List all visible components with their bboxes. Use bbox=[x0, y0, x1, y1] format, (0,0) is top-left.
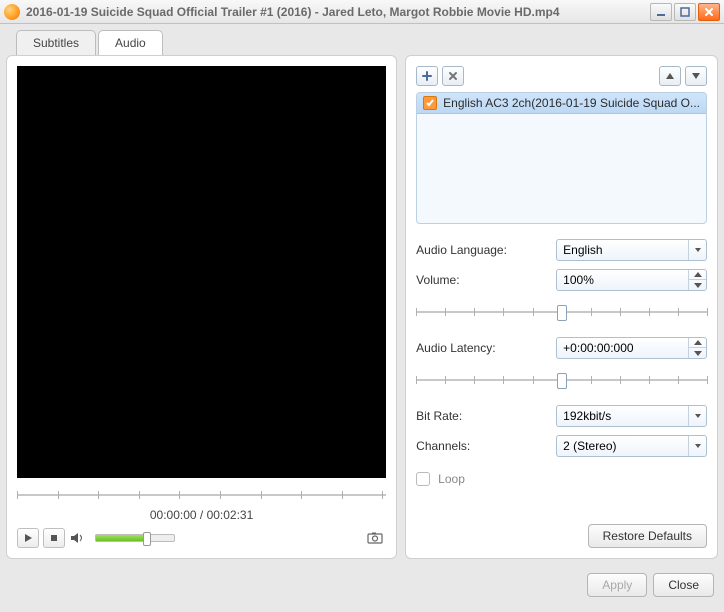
move-up-button[interactable] bbox=[659, 66, 681, 86]
bitrate-combo[interactable]: 192kbit/s bbox=[556, 405, 707, 427]
audio-settings-panel: English AC3 2ch(2016-01-19 Suicide Squad… bbox=[405, 55, 718, 559]
latency-slider-bar[interactable] bbox=[416, 370, 707, 390]
volume-spinner[interactable]: 100% bbox=[556, 269, 707, 291]
maximize-button[interactable] bbox=[674, 3, 696, 21]
close-button[interactable]: Close bbox=[653, 573, 714, 597]
audio-language-value: English bbox=[563, 243, 602, 257]
mute-button[interactable] bbox=[69, 528, 87, 548]
minimize-button[interactable] bbox=[650, 3, 672, 21]
audio-language-combo[interactable]: English bbox=[556, 239, 707, 261]
time-display: 00:00:00 / 00:02:31 bbox=[17, 508, 386, 522]
stop-button[interactable] bbox=[43, 528, 65, 548]
remove-track-button[interactable] bbox=[442, 66, 464, 86]
restore-defaults-button[interactable]: Restore Defaults bbox=[588, 524, 707, 548]
video-preview[interactable] bbox=[17, 66, 386, 478]
track-checkbox[interactable] bbox=[423, 96, 437, 110]
close-window-button[interactable] bbox=[698, 3, 720, 21]
spin-up-icon[interactable] bbox=[689, 270, 706, 280]
apply-button[interactable]: Apply bbox=[587, 573, 647, 597]
move-down-button[interactable] bbox=[685, 66, 707, 86]
snapshot-button[interactable] bbox=[364, 528, 386, 548]
play-button[interactable] bbox=[17, 528, 39, 548]
channels-combo[interactable]: 2 (Stereo) bbox=[556, 435, 707, 457]
player-controls bbox=[17, 528, 386, 548]
tab-subtitles[interactable]: Subtitles bbox=[16, 30, 96, 55]
add-track-button[interactable] bbox=[416, 66, 438, 86]
seek-bar[interactable] bbox=[17, 486, 386, 504]
spin-up-icon[interactable] bbox=[689, 338, 706, 348]
slider-handle[interactable] bbox=[557, 373, 567, 389]
channels-value: 2 (Stereo) bbox=[563, 439, 616, 453]
titlebar: 2016-01-19 Suicide Squad Official Traile… bbox=[0, 0, 724, 24]
track-row[interactable]: English AC3 2ch(2016-01-19 Suicide Squad… bbox=[417, 93, 706, 114]
latency-value: +0:00:00:000 bbox=[563, 341, 633, 355]
window-title: 2016-01-19 Suicide Squad Official Traile… bbox=[26, 5, 648, 19]
spin-down-icon[interactable] bbox=[689, 348, 706, 358]
dialog-footer: Apply Close bbox=[0, 564, 724, 606]
loop-label: Loop bbox=[438, 472, 465, 486]
volume-value: 100% bbox=[563, 273, 594, 287]
spin-down-icon[interactable] bbox=[689, 280, 706, 290]
latency-spinner[interactable]: +0:00:00:000 bbox=[556, 337, 707, 359]
volume-slider-bar[interactable] bbox=[416, 302, 707, 322]
channels-label: Channels: bbox=[416, 439, 556, 453]
tab-audio[interactable]: Audio bbox=[98, 30, 163, 55]
bitrate-value: 192kbit/s bbox=[563, 409, 611, 423]
track-label: English AC3 2ch(2016-01-19 Suicide Squad… bbox=[443, 96, 700, 110]
preview-panel: 00:00:00 / 00:02:31 bbox=[6, 55, 397, 559]
track-list[interactable]: English AC3 2ch(2016-01-19 Suicide Squad… bbox=[416, 92, 707, 224]
volume-slider[interactable] bbox=[95, 534, 175, 542]
app-icon bbox=[4, 4, 20, 20]
tab-bar: Subtitles Audio bbox=[16, 30, 718, 55]
loop-checkbox[interactable] bbox=[416, 472, 430, 486]
volume-label: Volume: bbox=[416, 273, 556, 287]
slider-handle[interactable] bbox=[557, 305, 567, 321]
latency-label: Audio Latency: bbox=[416, 341, 556, 355]
audio-language-label: Audio Language: bbox=[416, 243, 556, 257]
bitrate-label: Bit Rate: bbox=[416, 409, 556, 423]
